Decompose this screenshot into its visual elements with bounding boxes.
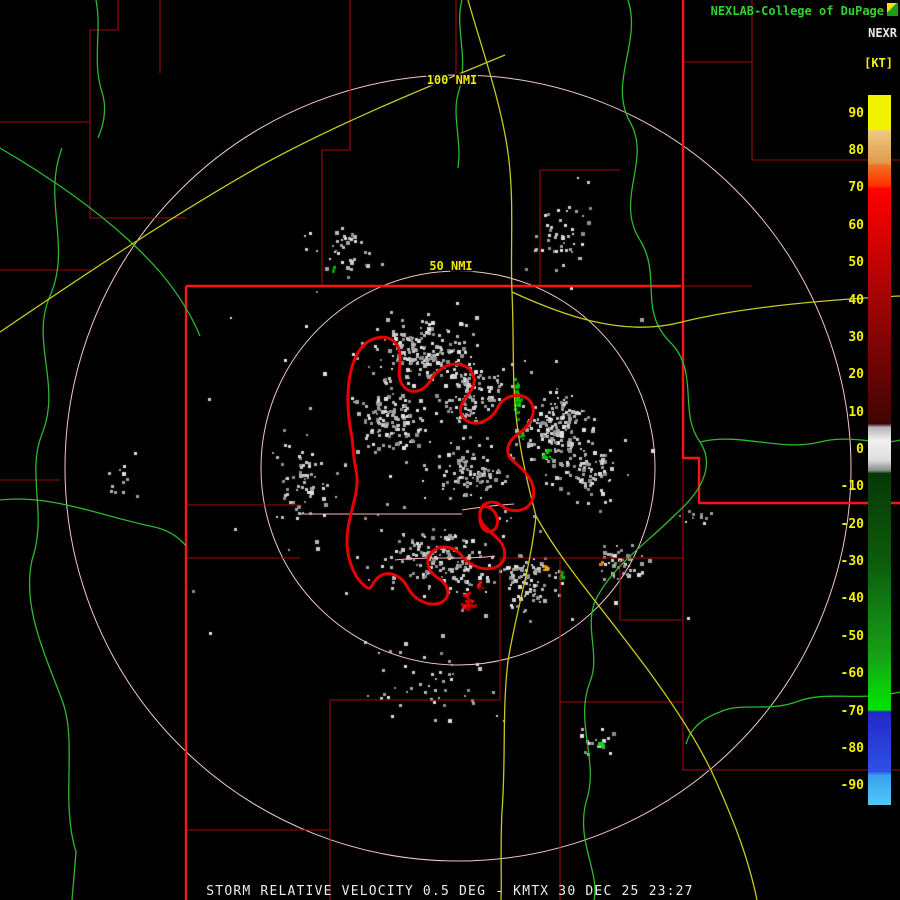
scale-product-label: NEXR — [868, 26, 897, 40]
colorbar-tick: 80 — [848, 143, 864, 159]
colorbar-tick: 40 — [848, 292, 864, 308]
range-ring-labels: 100 NMI 50 NMI — [425, 72, 479, 275]
colorbar-tick: -60 — [840, 666, 864, 682]
colorbar-tick: -20 — [840, 516, 864, 532]
colorbar-tick: 20 — [848, 367, 864, 383]
colorbar-tick-labels: 90 80 70 60 50 40 30 20 10 0 -10 -20 -30 -40 -50 -60 -70… — [806, 0, 864, 900]
highways-layer — [0, 0, 900, 900]
colorbar-tick: -70 — [840, 703, 864, 719]
colorbar-tick: -80 — [840, 740, 864, 756]
range-ring-label: 100 NMI — [427, 73, 478, 87]
range-ring-label: 50 NMI — [429, 259, 472, 273]
colorbar-tick: 70 — [848, 180, 864, 196]
colorbar-tick: -30 — [840, 554, 864, 570]
colorbar-tick: -40 — [840, 591, 864, 607]
state-borders-layer — [184, 0, 900, 900]
secondary-roads-layer — [300, 503, 515, 561]
scale-units-label: [KT] — [864, 56, 893, 70]
colorbar-tick: 90 — [848, 105, 864, 121]
base-map-overlay: 100 NMI 50 NMI — [0, 0, 900, 900]
colorbar-tick: 0 — [856, 442, 864, 457]
radar-viewer: 100 NMI 50 NMI 90 80 70 60 50 40 30 20 10 0 -10 -20 -… — [0, 0, 900, 900]
rivers-layer — [0, 0, 900, 900]
velocity-colorbar — [868, 95, 891, 805]
range-rings — [64, 74, 852, 862]
colorbar-tick: -50 — [840, 628, 864, 644]
nexlab-brand: NEXLAB-College of DuPage — [710, 4, 884, 18]
colorbar-tick: -10 — [840, 479, 864, 495]
cod-logo-icon — [887, 3, 898, 16]
county-borders-layer — [0, 0, 900, 900]
lake-outline-layer — [345, 335, 536, 606]
colorbar-tick: 60 — [848, 217, 864, 233]
product-status-line: STORM RELATIVE VELOCITY 0.5 DEG - KMTX 3… — [206, 884, 694, 899]
colorbar-tick: 50 — [848, 255, 864, 271]
colorbar-tick: 10 — [848, 404, 864, 420]
colorbar-tick: 30 — [848, 329, 864, 345]
colorbar-tick: -90 — [840, 778, 864, 794]
